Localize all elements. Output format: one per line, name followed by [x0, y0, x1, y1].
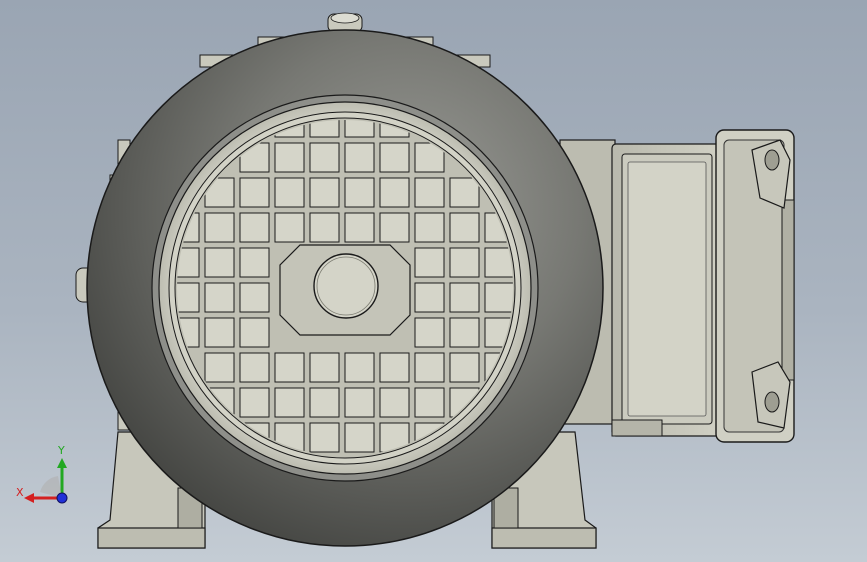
- 3d-model-viewport[interactable]: X Y: [0, 0, 867, 562]
- grill-opening: [379, 212, 410, 243]
- grill-opening: [239, 282, 270, 313]
- fan-guard-hub: [279, 244, 411, 336]
- grill-opening: [309, 142, 340, 173]
- grill-opening: [414, 282, 445, 313]
- grill-opening: [449, 282, 480, 313]
- grill-opening: [379, 352, 410, 383]
- grill-opening: [274, 352, 305, 383]
- grill-opening: [414, 177, 445, 208]
- y-axis-label: Y: [57, 444, 65, 457]
- grill-opening: [274, 212, 305, 243]
- grill-opening: [414, 387, 445, 418]
- terminal-box-clamp-bottom: [751, 361, 791, 429]
- grill-opening: [204, 352, 235, 383]
- grill-opening: [274, 387, 305, 418]
- grill-opening: [309, 352, 340, 383]
- grill-opening: [449, 247, 480, 278]
- grill-opening: [449, 212, 480, 243]
- grill-opening: [239, 212, 270, 243]
- grill-opening: [344, 142, 375, 173]
- grill-opening: [204, 282, 235, 313]
- grill-opening: [414, 352, 445, 383]
- grill-opening: [344, 422, 375, 453]
- grill-opening: [379, 387, 410, 418]
- grill-opening: [414, 317, 445, 348]
- grill-opening: [344, 387, 375, 418]
- grill-opening: [379, 177, 410, 208]
- grill-opening: [309, 387, 340, 418]
- grill-opening: [344, 212, 375, 243]
- z-axis-dot: [56, 492, 68, 504]
- grill-opening: [449, 177, 480, 208]
- grill-opening: [309, 177, 340, 208]
- grill-opening: [204, 317, 235, 348]
- grill-opening: [239, 317, 270, 348]
- grill-opening: [414, 247, 445, 278]
- grill-opening: [484, 282, 513, 313]
- grill-opening: [449, 352, 480, 383]
- grill-opening: [274, 177, 305, 208]
- x-axis-arrowhead-icon: [24, 493, 34, 503]
- grill-opening: [239, 352, 270, 383]
- grill-opening: [239, 247, 270, 278]
- electric-motor-model[interactable]: [0, 0, 867, 562]
- grill-opening: [239, 387, 270, 418]
- grill-opening: [204, 212, 235, 243]
- grill-opening: [204, 247, 235, 278]
- grill-opening: [239, 177, 270, 208]
- grill-opening: [344, 352, 375, 383]
- grill-opening: [344, 177, 375, 208]
- grill-opening: [449, 317, 480, 348]
- grill-opening: [309, 422, 340, 453]
- grill-opening: [274, 142, 305, 173]
- grill-opening: [414, 212, 445, 243]
- y-axis-arrowhead-icon: [57, 458, 67, 468]
- grill-opening: [379, 142, 410, 173]
- grill-opening: [309, 212, 340, 243]
- x-axis-label: X: [16, 486, 24, 499]
- coordinate-triad[interactable]: X Y: [10, 438, 90, 508]
